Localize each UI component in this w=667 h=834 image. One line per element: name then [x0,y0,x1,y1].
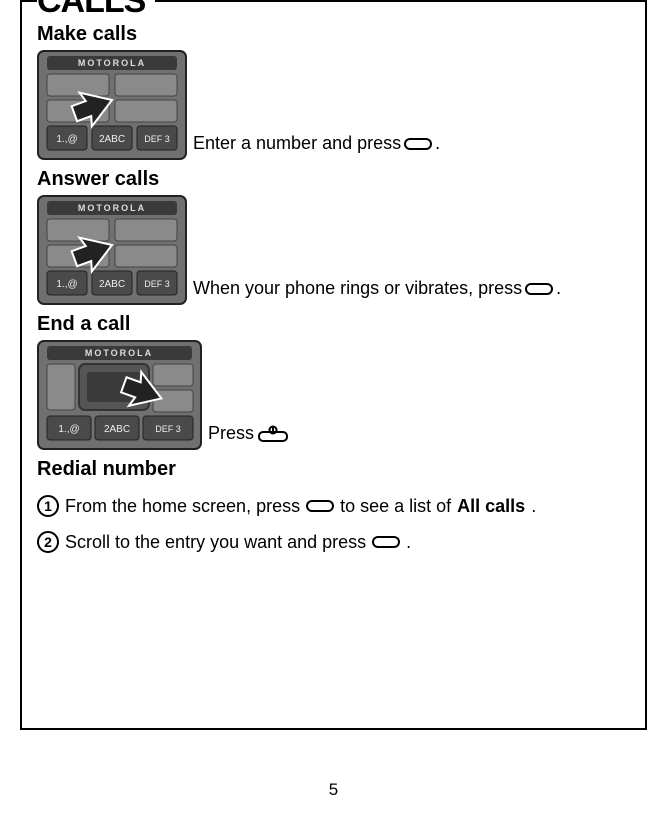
section-title-answer: Answer calls [37,168,630,191]
svg-text:DEF 3: DEF 3 [144,134,170,144]
svg-text:MOTOROLA: MOTOROLA [78,203,146,213]
header: CALLS [37,0,630,21]
section-title-redial: Redial number [37,458,630,481]
send-key-icon [525,283,553,295]
page-number: 5 [0,780,667,800]
text-fragment: From the home screen, press [65,496,300,517]
svg-text:MOTOROLA: MOTOROLA [85,348,153,358]
svg-text:2ABC: 2ABC [99,134,125,145]
send-key-icon [306,500,334,512]
svg-text:1.,@: 1.,@ [56,134,77,145]
svg-text:2ABC: 2ABC [99,279,125,290]
svg-text:1: 1 [44,498,52,514]
end-key-icon [257,425,289,443]
redial-step-2: 2 Scroll to the entry you want and press… [37,531,630,553]
send-key-icon [404,138,432,150]
answer-calls-row: MOTOROLA 1.,@ 2ABC DEF 3 When your phone… [37,195,630,305]
text-fragment: When your phone rings or vibrates, press [193,278,522,299]
text-fragment: . [531,496,536,517]
section-title-end: End a call [37,313,630,336]
step-2-icon: 2 [37,531,59,553]
svg-text:DEF 3: DEF 3 [144,279,170,289]
text-fragment: Press [208,423,254,444]
send-key-icon [372,536,400,548]
text-fragment: Scroll to the entry you want and press [65,532,366,553]
svg-text:2ABC: 2ABC [104,424,130,435]
svg-text:MOTOROLA: MOTOROLA [78,58,146,68]
svg-text:DEF 3: DEF 3 [155,424,181,434]
text-fragment: Enter a number and press [193,133,401,154]
end-call-text: Press [208,423,289,444]
phone-keypad-left-illustration: MOTOROLA 1.,@ 2ABC DEF 3 [37,50,187,160]
phone-keypad-left-illustration: MOTOROLA 1.,@ 2ABC DEF 3 [37,195,187,305]
section-title-make: Make calls [37,23,630,46]
svg-text:1.,@: 1.,@ [58,424,79,435]
text-fragment-bold: All calls [457,496,525,517]
text-fragment: . [435,133,440,154]
text-fragment: . [556,278,561,299]
phone-keypad-right-illustration: MOTOROLA 1.,@ 2ABC DEF 3 [37,340,202,450]
make-calls-row: MOTOROLA 1.,@ 2ABC DEF 3 Enter a number … [37,50,630,160]
svg-text:2: 2 [44,534,52,550]
page-frame: CALLS Make calls MOTOROLA 1.,@ 2ABC DEF … [20,0,647,730]
redial-step-1: 1 From the home screen, press to see a l… [37,495,630,517]
step-1-icon: 1 [37,495,59,517]
svg-text:1.,@: 1.,@ [56,279,77,290]
text-fragment: to see a list of [340,496,451,517]
end-call-row: MOTOROLA 1.,@ 2ABC DEF 3 Press [37,340,630,450]
text-fragment: . [406,532,411,553]
page-title: CALLS [37,0,155,21]
make-calls-text: Enter a number and press . [193,133,440,154]
answer-calls-text: When your phone rings or vibrates, press… [193,278,561,299]
